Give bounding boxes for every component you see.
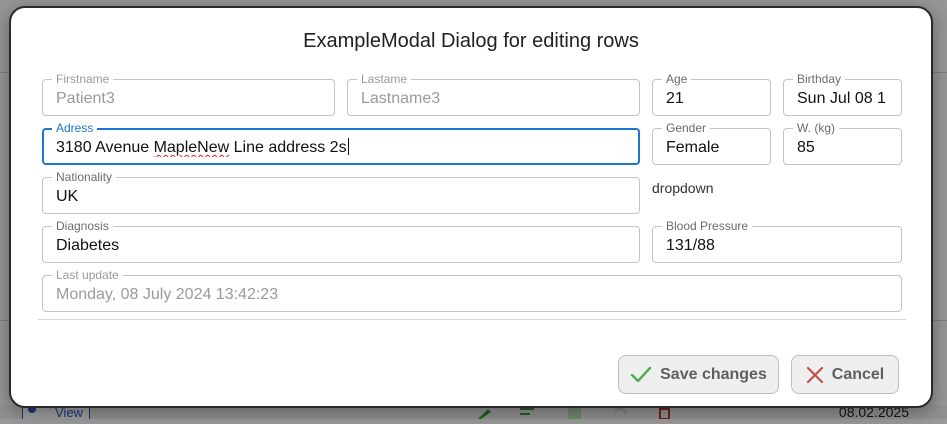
- nationality-value: UK: [56, 188, 79, 205]
- check-icon: [630, 366, 652, 382]
- cancel-label: Cancel: [831, 365, 885, 383]
- blood-pressure-label: Blood Pressure: [662, 219, 753, 233]
- nationality-label: Nationality: [52, 170, 117, 184]
- weight-value: 85: [797, 139, 815, 156]
- firstname-field: Firstname Patient3: [42, 72, 335, 116]
- edit-row-modal: ExampleModal Dialog for editing rows Fir…: [9, 6, 933, 408]
- close-icon: [806, 366, 823, 383]
- firstname-value: Patient3: [56, 90, 115, 107]
- age-field[interactable]: Age 21: [652, 72, 771, 116]
- age-label: Age: [662, 72, 692, 86]
- last-update-value: Monday, 08 July 2024 13:42:23: [56, 286, 279, 303]
- birthday-field[interactable]: Birthday Sun Jul 08 1: [783, 72, 902, 116]
- modal-title: ExampleModal Dialog for editing rows: [303, 30, 639, 52]
- gender-label: Gender: [662, 121, 711, 135]
- firstname-label: Firstname: [52, 72, 114, 86]
- age-value: 21: [666, 90, 684, 107]
- dropdown-text[interactable]: dropdown: [652, 180, 714, 196]
- gender-field[interactable]: Gender Female: [652, 121, 771, 165]
- lastname-value: Lastname3: [361, 90, 441, 107]
- address-label: Adress: [52, 121, 98, 135]
- footer-divider: [38, 319, 906, 320]
- cancel-button[interactable]: Cancel: [791, 355, 899, 394]
- save-changes-button[interactable]: Save changes: [618, 355, 779, 394]
- diagnosis-field[interactable]: Diagnosis Diabetes: [42, 219, 640, 263]
- lastname-field: Lastame Lastname3: [347, 72, 640, 116]
- weight-field[interactable]: W. (kg) 85: [783, 121, 902, 165]
- gender-value: Female: [666, 139, 720, 156]
- text-caret: [347, 138, 349, 155]
- diagnosis-value: Diabetes: [56, 237, 120, 254]
- address-value[interactable]: 3180 Avenue MapleNew Line address 2s: [56, 138, 632, 157]
- last-update-label: Last update: [52, 268, 123, 282]
- address-text-start: 3180 Avenue: [56, 139, 154, 156]
- address-field[interactable]: Adress 3180 Avenue MapleNew Line address…: [42, 121, 640, 165]
- blood-pressure-field[interactable]: Blood Pressure 131/88: [652, 219, 902, 263]
- birthday-value: Sun Jul 08 1: [797, 90, 886, 107]
- misspelled-word: MapleNew: [153, 139, 230, 156]
- blood-pressure-value: 131/88: [666, 237, 715, 254]
- save-changes-label: Save changes: [660, 365, 767, 383]
- address-text-end: Line address 2s: [229, 139, 347, 156]
- last-update-field: Last update Monday, 08 July 2024 13:42:2…: [42, 268, 902, 312]
- birthday-label: Birthday: [793, 72, 846, 86]
- weight-label: W. (kg): [793, 121, 839, 135]
- diagnosis-label: Diagnosis: [52, 219, 113, 233]
- nationality-field[interactable]: Nationality UK: [42, 170, 640, 214]
- lastname-label: Lastame: [357, 72, 412, 86]
